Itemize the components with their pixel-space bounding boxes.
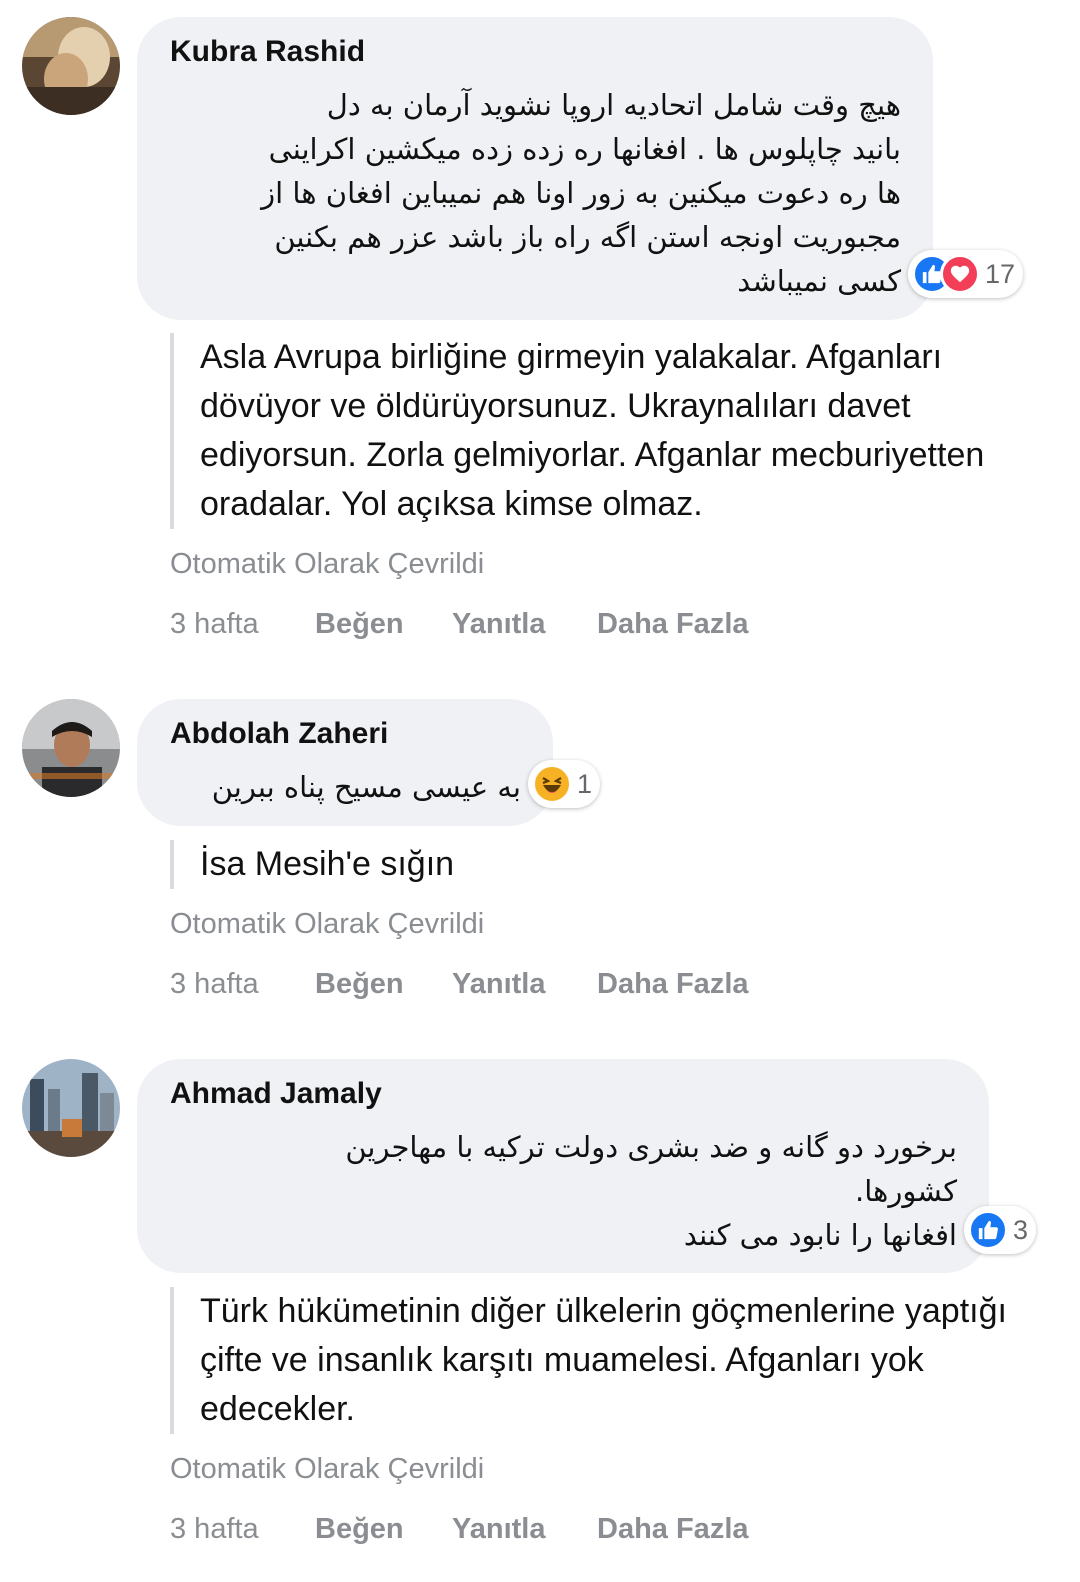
translated-text: Türk hükümetinin diğer ülkelerin göçmenl… bbox=[170, 1287, 1020, 1434]
author-name[interactable]: Ahmad Jamaly bbox=[170, 1077, 382, 1111]
comment: Ahmad Jamaly برخورد دو گانه و ضد بشری دو… bbox=[0, 0, 1080, 1582]
comment-bubble: Ahmad Jamaly برخورد دو گانه و ضد بشری دو… bbox=[137, 1059, 989, 1273]
reaction-badge[interactable]: 3 bbox=[964, 1206, 1037, 1254]
original-comment-text: برخورد دو گانه و ضد بشری دولت ترکیه با م… bbox=[345, 1130, 957, 1252]
like-button[interactable]: Beğen bbox=[315, 1513, 404, 1546]
like-reaction-icon bbox=[968, 1210, 1008, 1250]
avatar[interactable] bbox=[22, 1059, 120, 1157]
more-button[interactable]: Daha Fazla bbox=[597, 1513, 749, 1546]
timestamp[interactable]: 3 hafta bbox=[170, 1513, 259, 1546]
reply-button[interactable]: Yanıtla bbox=[452, 1513, 546, 1546]
auto-translated-label[interactable]: Otomatik Olarak Çevrildi bbox=[170, 1453, 484, 1486]
reaction-count: 3 bbox=[1013, 1214, 1029, 1245]
